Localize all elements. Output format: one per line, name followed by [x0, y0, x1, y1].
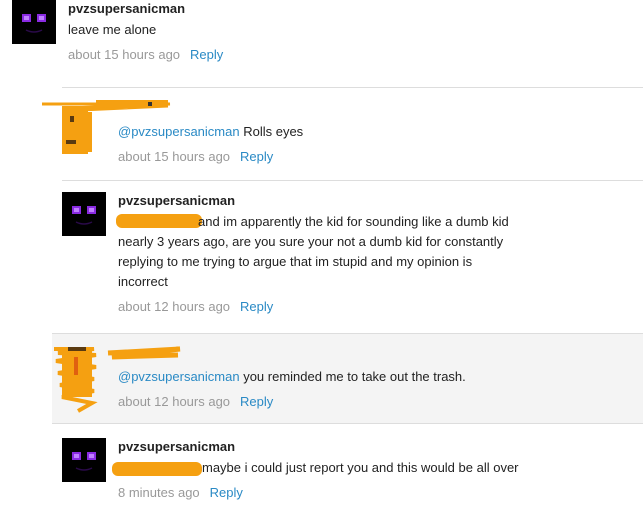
- comment: pvzsupersanicman leave me alone about 15…: [12, 0, 632, 70]
- comment-timestamp: about 15 hours ago: [68, 47, 181, 62]
- enderman-avatar-icon[interactable]: [62, 438, 106, 482]
- comment-divider: [52, 423, 643, 424]
- enderman-avatar-icon[interactable]: [12, 0, 56, 44]
- user-mention[interactable]: @pvzsupersanicman: [118, 369, 240, 384]
- comment-text: @pvzsupersanicman Rolls eyes: [118, 122, 638, 142]
- comment-username[interactable]: pvzsupersanicman: [118, 438, 638, 456]
- comment-username[interactable]: pvzsupersanicman: [118, 192, 518, 210]
- user-mention[interactable]: @pvzsupersanicman: [118, 124, 240, 139]
- comment-text: @pvzsupersanicman you reminded me to tak…: [118, 367, 638, 387]
- comment-text: leave me alone: [68, 22, 157, 37]
- comment-meta: about 12 hours ago Reply: [118, 393, 638, 411]
- comment-meta: about 12 hours ago Reply: [118, 298, 518, 316]
- comment: pvzsupersanicman and im apparently the k…: [62, 192, 642, 322]
- comment-username[interactable]: pvzsupersanicman: [68, 0, 628, 18]
- comment: pvzsupersanicman maybe i could just repo…: [62, 438, 642, 513]
- reply-link[interactable]: Reply: [240, 149, 273, 164]
- comment-divider: [62, 87, 643, 88]
- comment: @pvzsupersanicman Rolls eyes about 15 ho…: [42, 100, 642, 170]
- comment-timestamp: about 15 hours ago: [118, 149, 231, 164]
- comment-timestamp: about 12 hours ago: [118, 394, 231, 409]
- comment-timestamp: 8 minutes ago: [118, 485, 200, 500]
- comment-meta: 8 minutes ago Reply: [118, 484, 638, 502]
- reply-link[interactable]: Reply: [240, 394, 273, 409]
- comment-divider: [52, 333, 643, 334]
- reply-link[interactable]: Reply: [210, 485, 243, 500]
- comment-divider: [62, 180, 643, 181]
- comment-text: and im apparently the kid for sounding l…: [118, 214, 509, 289]
- comment-meta: about 15 hours ago Reply: [118, 148, 638, 166]
- comment-text-body: you reminded me to take out the trash.: [239, 369, 466, 384]
- comment-timestamp: about 12 hours ago: [118, 299, 231, 314]
- enderman-avatar-icon[interactable]: [62, 192, 106, 236]
- comment-text-body: Rolls eyes: [239, 124, 304, 139]
- comment-text: maybe i could just report you and this w…: [202, 460, 519, 475]
- reply-link[interactable]: Reply: [190, 47, 223, 62]
- comment-meta: about 15 hours ago Reply: [68, 46, 628, 64]
- comment: @pvzsupersanicman you reminded me to tak…: [54, 343, 642, 423]
- reply-link[interactable]: Reply: [240, 299, 273, 314]
